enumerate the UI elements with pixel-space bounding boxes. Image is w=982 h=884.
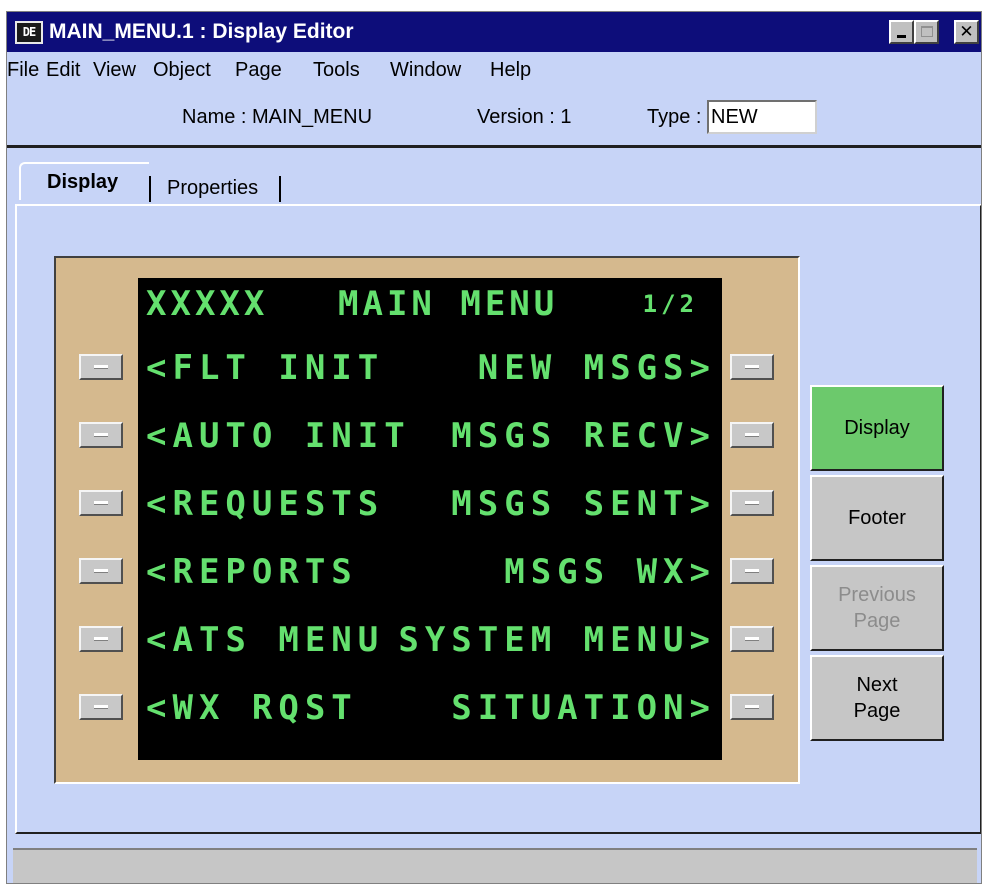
cdu-left-line-1: <FLT INIT: [146, 348, 385, 388]
line-select-key-r3[interactable]: [730, 490, 774, 516]
cdu-title: MAIN MENU: [338, 284, 559, 324]
menu-window[interactable]: Window: [390, 52, 461, 88]
status-bar: [13, 848, 977, 883]
close-button[interactable]: ✕: [954, 20, 979, 44]
minimize-icon: [897, 35, 906, 38]
display-button[interactable]: Display: [810, 385, 944, 471]
cdu-left-line-6: <WX RQST: [146, 688, 358, 728]
line-select-key-l5[interactable]: [79, 626, 123, 652]
cdu-right-line-1: NEW MSGS>: [477, 348, 716, 388]
display-editor-window: DE MAIN_MENU.1 : Display Editor ✕ File E…: [6, 11, 982, 884]
tab-display[interactable]: Display: [19, 162, 151, 202]
window-title: MAIN_MENU.1 : Display Editor: [49, 20, 354, 43]
menu-file[interactable]: File: [7, 52, 39, 88]
line-select-key-l3[interactable]: [79, 490, 123, 516]
menu-help[interactable]: Help: [490, 52, 531, 88]
menu-object[interactable]: Object: [153, 52, 211, 88]
display-version-label: Version : 1: [477, 106, 572, 128]
footer-button[interactable]: Footer: [810, 475, 944, 561]
line-select-key-r5[interactable]: [730, 626, 774, 652]
display-name-label: Name : MAIN_MENU: [182, 106, 373, 128]
cdu-right-line-3: MSGS SENT>: [451, 484, 716, 524]
cdu-right-line-4: MSGS WX>: [504, 552, 716, 592]
cdu-left-line-5: <ATS MENU: [146, 620, 385, 660]
cdu-page-indicator: 1/2: [642, 290, 698, 318]
menu-view[interactable]: View: [93, 52, 136, 88]
cdu-right-line-6: SITUATION>: [451, 688, 716, 728]
title-bar[interactable]: DE MAIN_MENU.1 : Display Editor ✕: [7, 12, 981, 52]
previous-page-button[interactable]: Previous Page: [810, 565, 944, 651]
footer-button-label: Footer: [848, 507, 906, 529]
line-select-key-l2[interactable]: [79, 422, 123, 448]
cdu-screen: XXXXX MAIN MENU 1/2 <FLT INIT <AUTO INIT…: [138, 278, 722, 760]
close-icon: ✕: [959, 22, 974, 42]
menu-edit[interactable]: Edit: [46, 52, 80, 88]
cdu-title-left: XXXXX: [146, 284, 269, 324]
maximize-button[interactable]: [914, 20, 939, 44]
app-icon[interactable]: DE: [15, 21, 43, 44]
line-select-key-r2[interactable]: [730, 422, 774, 448]
next-page-button[interactable]: Next Page: [810, 655, 944, 741]
display-type-field[interactable]: NEW: [707, 100, 817, 134]
menu-bar: File Edit View Object Page Tools Window …: [7, 52, 981, 88]
line-select-key-l6[interactable]: [79, 694, 123, 720]
maximize-icon: [921, 26, 933, 37]
line-select-key-r1[interactable]: [730, 354, 774, 380]
line-select-key-r4[interactable]: [730, 558, 774, 584]
cdu-right-line-5: SYSTEM MENU>: [398, 620, 716, 660]
previous-page-button-label: Previous Page: [838, 584, 916, 632]
line-select-key-r6[interactable]: [730, 694, 774, 720]
display-type-label: Type :: [647, 106, 702, 128]
next-page-button-label: Next Page: [853, 674, 901, 722]
minimize-button[interactable]: [889, 20, 914, 44]
line-select-key-l1[interactable]: [79, 354, 123, 380]
cdu-right-line-2: MSGS RECV>: [451, 416, 716, 456]
tab-properties[interactable]: Properties: [161, 170, 281, 208]
cdu-left-line-4: <REPORTS: [146, 552, 358, 592]
display-info-bar: Name : MAIN_MENU Version : 1 Type : NEW: [7, 88, 981, 148]
line-select-key-l4[interactable]: [79, 558, 123, 584]
menu-page[interactable]: Page: [235, 52, 282, 88]
display-button-label: Display: [844, 417, 910, 439]
menu-tools[interactable]: Tools: [313, 52, 360, 88]
cdu-left-line-2: <AUTO INIT: [146, 416, 411, 456]
cdu-left-line-3: <REQUESTS: [146, 484, 385, 524]
